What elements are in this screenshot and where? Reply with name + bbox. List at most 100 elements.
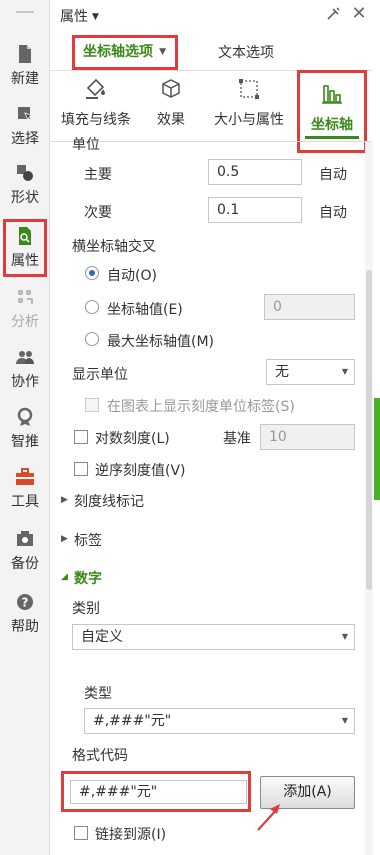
collapsed-arrow-icon[interactable]: ▶ bbox=[61, 495, 68, 505]
type-label: 类型 bbox=[84, 686, 112, 702]
rail-label-analysis: 分析 bbox=[11, 314, 39, 330]
cross-axis-value-label[interactable]: 坐标轴值(E) bbox=[107, 299, 183, 319]
toolbox-icon bbox=[15, 467, 35, 487]
reverse-order-label[interactable]: 逆序刻度值(V) bbox=[95, 460, 186, 480]
size-frame-icon bbox=[237, 77, 261, 101]
format-code-label: 格式代码 bbox=[72, 748, 128, 764]
log-base-label: 基准 bbox=[223, 431, 251, 447]
backup-icon bbox=[15, 529, 35, 549]
rail-item-collaborate[interactable]: 协作 bbox=[0, 347, 50, 405]
link-to-source-checkbox[interactable] bbox=[74, 826, 88, 840]
chevron-down-icon: ▼ bbox=[341, 632, 348, 641]
minor-unit-auto-button[interactable]: 自动 bbox=[319, 202, 347, 222]
chevron-down-icon: ▼ bbox=[92, 12, 99, 22]
section-tick-marks[interactable]: 刻度线标记 bbox=[74, 491, 144, 511]
cross-auto-radio[interactable] bbox=[85, 266, 99, 280]
rail-label-new: 新建 bbox=[11, 71, 39, 87]
tab-axis-options[interactable]: 坐标轴选项 ▼ bbox=[72, 35, 178, 70]
major-unit-input[interactable]: 0.5 bbox=[208, 159, 302, 185]
tab-fill-line-label: 填充与线条 bbox=[61, 112, 131, 128]
rail-item-properties[interactable]: 属性 bbox=[3, 219, 47, 277]
minor-unit-label: 次要 bbox=[84, 205, 112, 221]
cross-axis-value-input[interactable]: 0 bbox=[264, 294, 355, 320]
cross-max-value-label[interactable]: 最大坐标轴值(M) bbox=[107, 331, 214, 351]
tab-effects[interactable]: 效果 bbox=[150, 77, 192, 139]
category-select[interactable]: 自定义 ▼ bbox=[72, 624, 355, 650]
annotation-arrow-icon bbox=[257, 804, 280, 831]
format-code-input[interactable]: #,###"元" bbox=[70, 780, 247, 804]
cross-auto-label[interactable]: 自动(O) bbox=[107, 265, 157, 285]
section-labels[interactable]: 标签 bbox=[74, 530, 102, 550]
smart-recommend-icon bbox=[15, 407, 35, 427]
rail-label-select: 选择 bbox=[11, 131, 39, 147]
display-unit-label: 显示单位 bbox=[72, 367, 128, 383]
rail-item-shapes[interactable]: 形状 bbox=[0, 163, 50, 221]
units-heading: 单位 bbox=[72, 137, 100, 150]
tab-axis-options-label: 坐标轴选项 bbox=[83, 44, 153, 60]
panel-header: 属性 ▼ ✕ bbox=[50, 0, 380, 30]
active-tab-underline bbox=[305, 136, 359, 139]
fill-bucket-icon bbox=[84, 77, 108, 101]
display-unit-select[interactable]: 无 ▼ bbox=[266, 359, 355, 385]
rail-label-properties: 属性 bbox=[11, 253, 39, 269]
display-unit-value: 无 bbox=[275, 364, 289, 380]
help-icon: ? bbox=[15, 592, 35, 612]
rail-label-collaborate: 协作 bbox=[11, 374, 39, 390]
minor-unit-input[interactable]: 0.1 bbox=[208, 197, 302, 223]
reverse-order-checkbox[interactable] bbox=[74, 462, 88, 476]
scrollbar-thumb[interactable] bbox=[366, 270, 372, 590]
chevron-down-icon: ▼ bbox=[159, 47, 166, 57]
rail-label-help: 帮助 bbox=[11, 619, 39, 635]
effect-cube-icon bbox=[159, 77, 183, 101]
chevron-down-icon: ▼ bbox=[341, 716, 348, 725]
rail-grip bbox=[16, 11, 34, 13]
shapes-icon bbox=[15, 163, 35, 183]
tab-axis-label: 坐标轴 bbox=[311, 117, 353, 133]
category-value: 自定义 bbox=[81, 629, 123, 645]
rail-label-smart: 智推 bbox=[11, 434, 39, 450]
rail-item-help[interactable]: ? 帮助 bbox=[0, 592, 50, 650]
rail-label-tools: 工具 bbox=[11, 494, 39, 510]
analysis-icon bbox=[15, 287, 35, 307]
tab-size-properties-label: 大小与属性 bbox=[214, 112, 284, 128]
collapsed-arrow-icon[interactable]: ▶ bbox=[61, 534, 68, 544]
rail-item-select[interactable]: 选择 bbox=[0, 104, 50, 162]
rail-item-backup[interactable]: 备份 bbox=[0, 529, 50, 587]
new-doc-icon bbox=[15, 44, 35, 64]
log-scale-checkbox[interactable] bbox=[74, 430, 88, 444]
rail-label-backup: 备份 bbox=[11, 556, 39, 572]
close-icon[interactable]: ✕ bbox=[348, 3, 370, 25]
expanded-arrow-icon[interactable]: ◢ bbox=[61, 572, 68, 582]
rail-item-new[interactable]: 新建 bbox=[0, 44, 50, 102]
tab-effects-label: 效果 bbox=[157, 112, 185, 128]
cross-axis-value-radio[interactable] bbox=[85, 300, 99, 314]
tab-size-properties[interactable]: 大小与属性 bbox=[208, 77, 290, 139]
type-value: #,###"元" bbox=[93, 713, 172, 729]
tab-fill-line[interactable]: 填充与线条 bbox=[56, 77, 136, 139]
panel-collapse-handle[interactable] bbox=[374, 398, 380, 500]
rail-item-analysis[interactable]: 分析 bbox=[0, 287, 50, 345]
axis-bars-icon bbox=[320, 82, 344, 106]
chevron-down-icon: ▼ bbox=[341, 367, 348, 376]
major-unit-auto-button[interactable]: 自动 bbox=[319, 164, 347, 184]
type-select[interactable]: #,###"元" ▼ bbox=[84, 708, 355, 734]
category-label: 类别 bbox=[72, 601, 100, 617]
left-rail: 新建 选择 形状 属性 分析 协作 智推 工具 备份 ? 帮助 bbox=[0, 0, 50, 855]
show-unit-label-checkbox[interactable] bbox=[85, 398, 99, 412]
panel-title: 属性 bbox=[60, 9, 88, 25]
log-base-input[interactable]: 10 bbox=[260, 424, 355, 450]
panel-title-dropdown[interactable]: 属性 ▼ bbox=[60, 6, 99, 26]
rail-label-shapes: 形状 bbox=[11, 190, 39, 206]
cross-max-value-radio[interactable] bbox=[85, 332, 99, 346]
rail-item-tools[interactable]: 工具 bbox=[0, 467, 50, 525]
link-to-source-label[interactable]: 链接到源(I) bbox=[95, 824, 166, 844]
section-number[interactable]: 数字 bbox=[74, 568, 102, 588]
svg-text:?: ? bbox=[22, 596, 29, 610]
rail-item-smart[interactable]: 智推 bbox=[0, 407, 50, 465]
show-unit-label-text: 在图表上显示刻度单位标签(S) bbox=[107, 399, 295, 415]
axis-cross-heading: 横坐标轴交叉 bbox=[72, 239, 156, 255]
pin-icon[interactable] bbox=[322, 3, 344, 25]
properties-icon bbox=[15, 226, 35, 246]
tab-text-options[interactable]: 文本选项 bbox=[218, 42, 274, 62]
log-scale-label[interactable]: 对数刻度(L) bbox=[95, 428, 170, 448]
